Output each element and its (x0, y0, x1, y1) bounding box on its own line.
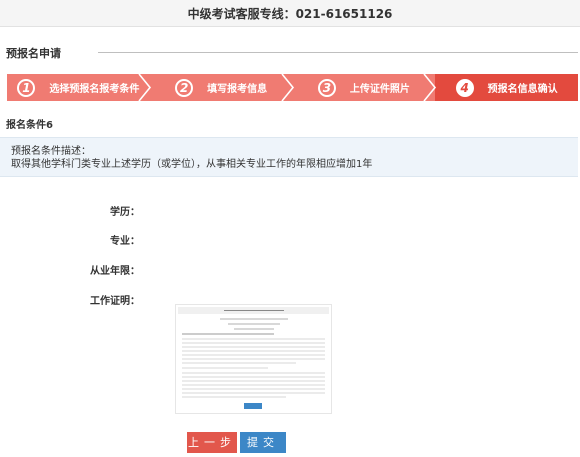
step-number: 2 (175, 78, 194, 97)
previous-step-button[interactable]: 上一步 (187, 432, 237, 453)
hotline-bar: 中级考试客服专线：021-61651126 (0, 0, 580, 27)
step-number: 1 (17, 78, 36, 97)
work-certificate-image[interactable] (175, 304, 332, 414)
hotline-text: 中级考试客服专线：021-61651126 (187, 6, 393, 21)
description-text: 取得其他学科门类专业上述学历（或学位），从事相关专业工作的年限相应增加1年 (11, 159, 373, 170)
education-label: 学历： (110, 207, 140, 218)
certificate-label: 工作证明： (90, 296, 140, 307)
step-3: 3 上传证件照片 (292, 74, 437, 101)
chevron-right-icon (280, 74, 294, 101)
step-label: 选择预报名报考条件 (49, 84, 140, 95)
condition-title: 报名条件6 (6, 120, 53, 131)
step-1: 1 选择预报名报考条件 (7, 74, 151, 101)
submit-button[interactable]: 提交 (240, 432, 286, 453)
step-label: 预报名信息确认 (487, 84, 558, 95)
step-label: 填写报考信息 (207, 84, 268, 95)
step-number: 4 (455, 78, 474, 97)
condition-description: 预报名条件描述： 取得其他学科门类专业上述学历（或学位），从事相关专业工作的年限… (0, 137, 578, 177)
step-progress: 1 选择预报名报考条件 2 填写报考信息 3 上传证件照片 4 预报名信息确认 (7, 74, 578, 101)
step-number: 3 (317, 78, 336, 97)
years-label: 从业年限： (90, 266, 140, 277)
chevron-right-icon (138, 74, 151, 101)
step-2: 2 填写报考信息 (149, 74, 294, 101)
step-label: 上传证件照片 (349, 84, 410, 95)
chevron-right-icon (423, 74, 437, 101)
page-title: 预报名申请 (6, 47, 61, 60)
step-4: 4 预报名信息确认 (435, 74, 578, 101)
title-divider (98, 52, 578, 53)
major-label: 专业： (110, 236, 140, 247)
description-label: 预报名条件描述： (11, 146, 91, 157)
